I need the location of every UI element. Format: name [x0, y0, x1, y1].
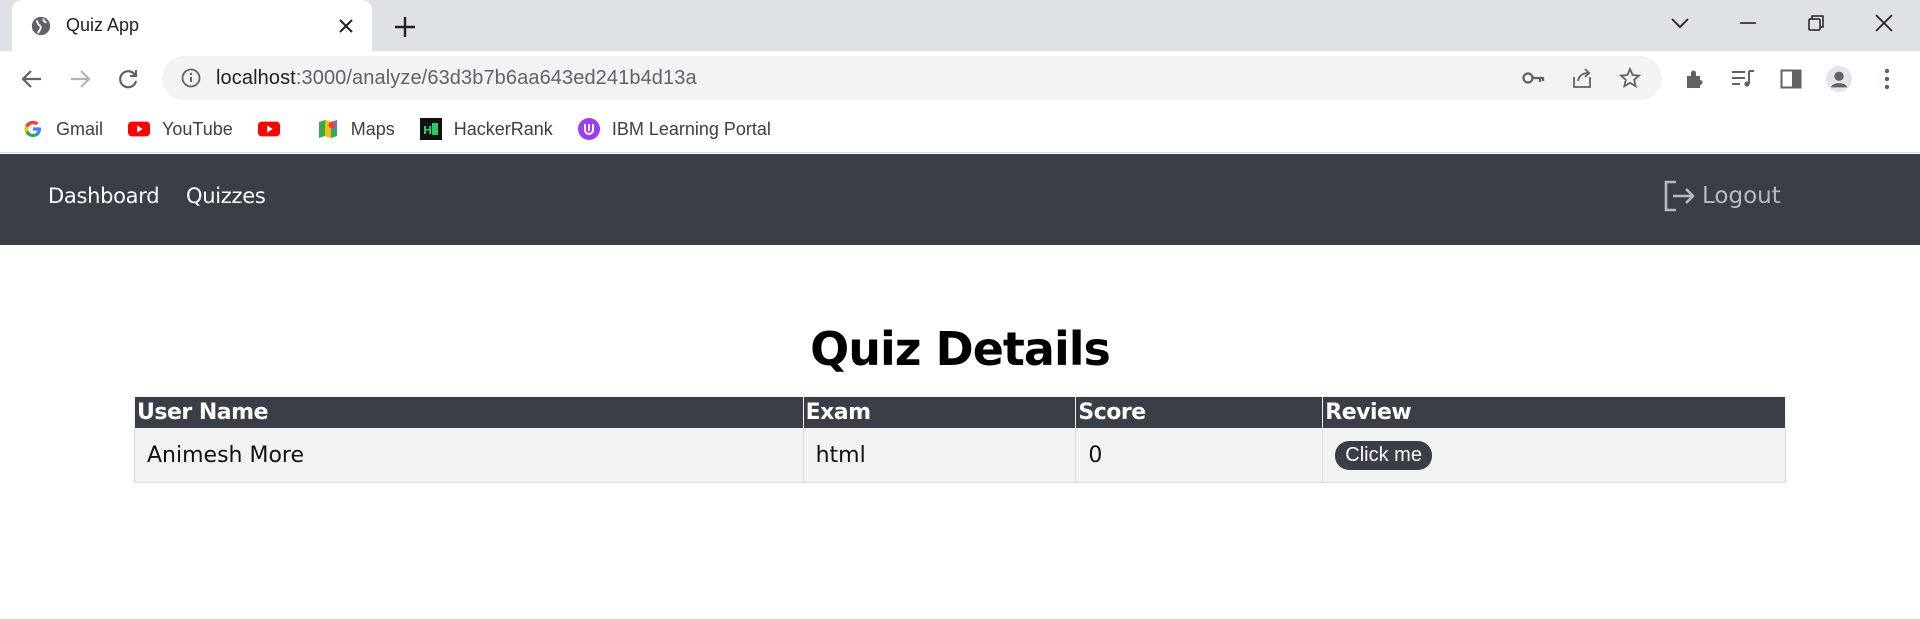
google-icon [22, 118, 44, 140]
ibm-learning-icon [577, 118, 600, 140]
column-header-exam: Exam [802, 396, 1077, 429]
browser-toolbar: localhost:3000/analyze/63d3b7b6aa643ed24… [0, 51, 1920, 106]
cell-score: 0 [1075, 428, 1324, 483]
review-button[interactable]: Click me [1335, 441, 1432, 470]
youtube-icon [257, 118, 280, 140]
bookmark-maps[interactable]: Maps [317, 113, 395, 145]
password-key-icon[interactable] [1522, 66, 1546, 90]
cell-user-name: Animesh More [134, 428, 804, 483]
bookmark-gmail[interactable]: Gmail [22, 113, 103, 145]
new-tab-icon[interactable] [390, 12, 420, 42]
hackerrank-icon: H [419, 118, 442, 140]
column-header-review: Review [1322, 396, 1786, 429]
side-panel-icon[interactable] [1778, 66, 1804, 92]
tab-strip: Quiz App [0, 0, 1920, 51]
cell-exam: html [802, 428, 1077, 483]
svg-text:H: H [423, 124, 432, 137]
site-info-icon[interactable] [180, 67, 202, 89]
bookmark-ibm-learning-portal[interactable]: IBM Learning Portal [577, 113, 771, 145]
close-tab-icon[interactable] [334, 14, 358, 38]
bookmark-star-icon[interactable] [1618, 66, 1642, 90]
bookmarks-bar: Gmail YouTube Maps H HackerRank IBM Lear… [0, 106, 1920, 153]
url-text[interactable]: localhost:3000/analyze/63d3b7b6aa643ed24… [216, 67, 697, 90]
url-path: :3000/analyze/63d3b7b6aa643ed241b4d13a [295, 66, 697, 89]
bookmark-youtube[interactable]: YouTube [128, 113, 233, 145]
bookmark-label: Gmail [56, 118, 104, 139]
bookmark-youtube-2[interactable] [257, 113, 292, 145]
reload-icon[interactable] [112, 63, 144, 95]
tab-title: Quiz App [66, 15, 140, 35]
browser-tab[interactable]: Quiz App [12, 0, 372, 51]
column-header-user-name: User Name [134, 396, 804, 429]
youtube-icon [128, 118, 151, 140]
bookmark-label: IBM Learning Portal [611, 118, 771, 139]
address-bar[interactable]: localhost:3000/analyze/63d3b7b6aa643ed24… [162, 56, 1662, 100]
cell-review: Click me [1322, 428, 1786, 483]
restore-icon[interactable] [1798, 8, 1834, 38]
globe-icon [31, 16, 51, 35]
tab-search-chevron-icon[interactable] [1662, 8, 1698, 38]
share-icon[interactable] [1570, 66, 1594, 90]
page-title: Quiz Details [810, 322, 1111, 376]
nav-link-dashboard[interactable]: Dashboard [48, 184, 160, 208]
bookmark-label: YouTube [162, 118, 233, 139]
bookmark-hackerrank[interactable]: H HackerRank [419, 113, 553, 145]
forward-icon[interactable] [64, 63, 96, 95]
maps-icon [317, 118, 339, 140]
quiz-details-table: User Name Exam Score Review Animesh More… [134, 396, 1786, 483]
profile-avatar-icon[interactable] [1826, 66, 1852, 92]
app-navbar: Dashboard Quizzes Logout [0, 154, 1920, 245]
table-row: Animesh More html 0 Click me [134, 428, 1786, 483]
media-queue-icon[interactable] [1730, 66, 1756, 92]
menu-kebab-icon[interactable] [1874, 66, 1900, 92]
bookmark-label: HackerRank [453, 118, 553, 139]
url-host: localhost [216, 66, 296, 89]
logout-button[interactable]: Logout [1662, 179, 1781, 213]
back-icon[interactable] [16, 63, 48, 95]
bookmark-label: Maps [350, 118, 395, 139]
logout-label: Logout [1702, 183, 1781, 209]
table-header-row: User Name Exam Score Review [134, 396, 1786, 429]
minimize-icon[interactable] [1730, 8, 1766, 38]
nav-link-quizzes[interactable]: Quizzes [186, 184, 266, 208]
close-window-icon[interactable] [1866, 8, 1902, 38]
logout-icon [1664, 180, 1695, 212]
column-header-score: Score [1075, 396, 1324, 429]
extensions-icon[interactable] [1682, 66, 1708, 92]
